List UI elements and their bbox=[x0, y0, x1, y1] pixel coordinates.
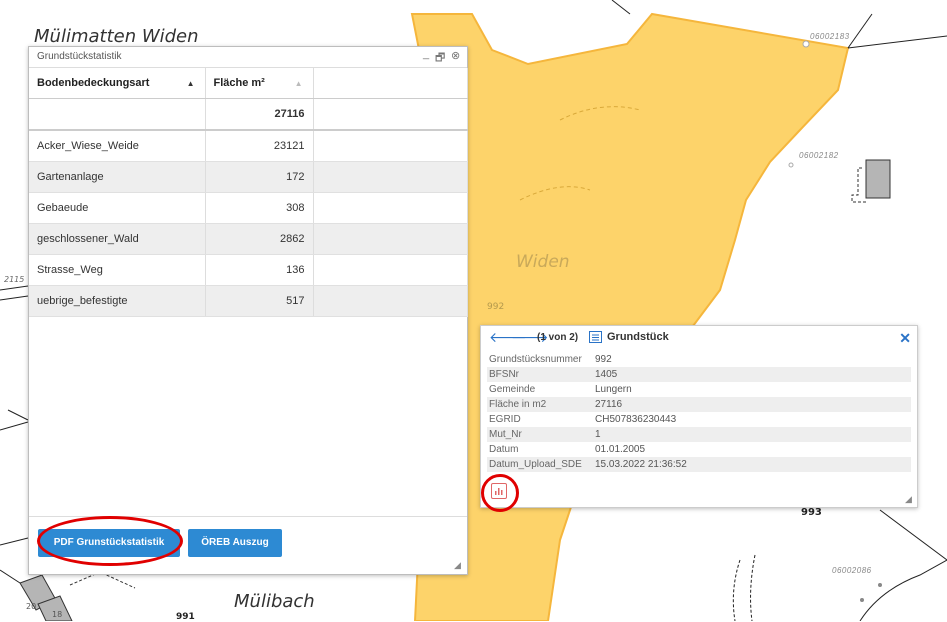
table-row[interactable]: Acker_Wiese_Weide 23121 bbox=[29, 130, 468, 162]
parcel-id-label: 06002182 bbox=[799, 151, 839, 160]
attribute-value: CH507836230443 bbox=[595, 414, 677, 425]
attribute-row: Mut_Nr 1 bbox=[487, 427, 911, 442]
column-header-label: Fläche m² bbox=[213, 77, 265, 89]
attribute-row: Grundstücksnummer 992 bbox=[487, 352, 911, 367]
column-header-empty bbox=[313, 68, 468, 99]
attribute-row: BFSNr 1405 bbox=[487, 367, 911, 382]
table-row[interactable]: geschlossener_Wald 2862 bbox=[29, 223, 468, 255]
attribute-key: Gemeinde bbox=[489, 384, 536, 395]
attribute-row: Datum 01.01.2005 bbox=[487, 442, 911, 457]
map-label-locality: Mülimatten Widen bbox=[34, 26, 199, 47]
popup-header: 🡐 🡒 (1 von 2) Grundstück ✕ bbox=[481, 326, 917, 348]
cell-area: 2862 bbox=[205, 223, 314, 255]
map-label-parcel-993: 993 bbox=[801, 507, 822, 518]
table-row[interactable]: uebrige_befestigte 517 bbox=[29, 285, 468, 317]
popup-title: Grundstück bbox=[607, 331, 669, 343]
attribute-value: 15.03.2022 21:36:52 bbox=[595, 459, 687, 470]
window-title: Grundstückstatistik bbox=[37, 51, 122, 62]
attribute-key: Mut_Nr bbox=[489, 429, 522, 440]
attribute-value: 1 bbox=[595, 429, 601, 440]
attribute-value: 992 bbox=[595, 354, 612, 365]
cell-type: Acker_Wiese_Weide bbox=[29, 130, 206, 162]
cell-type: Gartenanlage bbox=[29, 161, 206, 193]
resize-handle-icon[interactable]: ◢ bbox=[454, 560, 461, 571]
window-footer: PDF Grunstückstatistik ÖREB Auszug ◢ bbox=[29, 516, 467, 575]
list-icon[interactable] bbox=[589, 331, 602, 343]
total-row: 27116 bbox=[29, 98, 468, 131]
oereb-auszug-button[interactable]: ÖREB Auszug bbox=[188, 529, 282, 557]
map-label-widen: Widen bbox=[516, 252, 570, 272]
cell-area: 172 bbox=[205, 161, 314, 193]
map-label-muelibach: Mülibach bbox=[234, 591, 315, 612]
feature-counter: (1 von 2) bbox=[537, 332, 579, 343]
attribute-value: 01.01.2005 bbox=[595, 444, 646, 455]
resize-handle-icon[interactable]: ◢ bbox=[905, 494, 912, 505]
bar-chart-icon[interactable] bbox=[491, 483, 507, 499]
attribute-row: EGRID CH507836230443 bbox=[487, 412, 911, 427]
grundstueckstatistik-window[interactable]: Grundstückstatistik _ 🗗 ⊗ Bodenbedeckung… bbox=[28, 46, 468, 575]
attribute-list: Grundstücksnummer 992 BFSNr 1405 Gemeinde L… bbox=[487, 352, 911, 472]
cell-area: 308 bbox=[205, 192, 314, 224]
column-header-label: Bodenbedeckungsart bbox=[37, 77, 150, 89]
table-row[interactable]: Gartenanlage 172 bbox=[29, 161, 468, 193]
cell-area: 517 bbox=[205, 285, 314, 317]
attribute-key: Grundstücksnummer bbox=[489, 354, 582, 365]
cell-type: uebrige_befestigte bbox=[29, 285, 206, 317]
parcel-992-area bbox=[410, 12, 850, 621]
attribute-key: Datum bbox=[489, 444, 519, 455]
attribute-row: Datum_Upload_SDE 15.03.2022 21:36:52 bbox=[487, 457, 911, 472]
attribute-row: Fläche in m2 27116 bbox=[487, 397, 911, 412]
parcel-id-label: 06002086 bbox=[832, 566, 872, 575]
map-label-parcel-20: 20 bbox=[26, 602, 37, 611]
pdf-statistik-button[interactable]: PDF Grunstückstatistik bbox=[38, 529, 180, 557]
attribute-key: BFSNr bbox=[489, 369, 519, 380]
table-row[interactable]: Strasse_Weg 136 bbox=[29, 254, 468, 286]
statistic-table: Bodenbedeckungsart ▲ Fläche m² ▲ 27116 A… bbox=[29, 68, 468, 317]
attribute-key: Datum_Upload_SDE bbox=[489, 459, 582, 470]
sort-asc-icon[interactable]: ▲ bbox=[295, 79, 303, 88]
parcel-id-label: 06002183 bbox=[810, 32, 850, 41]
attribute-value: 1405 bbox=[595, 369, 618, 380]
attribute-key: Fläche in m2 bbox=[489, 399, 547, 410]
cell-type: Gebaeude bbox=[29, 192, 206, 224]
attribute-row: Gemeinde Lungern bbox=[487, 382, 911, 397]
attribute-value: Lungern bbox=[595, 384, 632, 395]
sort-asc-icon[interactable]: ▲ bbox=[187, 79, 195, 88]
close-icon[interactable]: ⊗ bbox=[451, 49, 460, 62]
map-label-parcel-2115: 2115 bbox=[4, 275, 25, 284]
attribute-key: EGRID bbox=[489, 414, 521, 425]
building bbox=[865, 159, 891, 199]
cell-area: 136 bbox=[205, 254, 314, 286]
close-icon[interactable]: ✕ bbox=[899, 330, 911, 347]
map-label-parcel-992: 992 bbox=[487, 302, 505, 312]
feature-info-popup[interactable]: 🡐 🡒 (1 von 2) Grundstück ✕ Grundstücksnu… bbox=[480, 325, 918, 508]
column-header-flaeche[interactable]: Fläche m² ▲ bbox=[205, 68, 314, 99]
column-header-bodenbedeckungsart[interactable]: Bodenbedeckungsart ▲ bbox=[29, 68, 206, 99]
cell-type: geschlossener_Wald bbox=[29, 223, 206, 255]
minimize-icon[interactable]: _ bbox=[423, 48, 429, 60]
table-row[interactable]: Gebaeude 308 bbox=[29, 192, 468, 224]
total-area: 27116 bbox=[205, 98, 314, 131]
map-label-parcel-18: 18 bbox=[52, 610, 63, 619]
window-titlebar[interactable]: Grundstückstatistik _ 🗗 ⊗ bbox=[29, 47, 467, 68]
restore-icon[interactable]: 🗗 bbox=[435, 49, 445, 68]
cell-type: Strasse_Weg bbox=[29, 254, 206, 286]
cell-area: 23121 bbox=[205, 130, 314, 162]
attribute-value: 27116 bbox=[595, 399, 623, 410]
